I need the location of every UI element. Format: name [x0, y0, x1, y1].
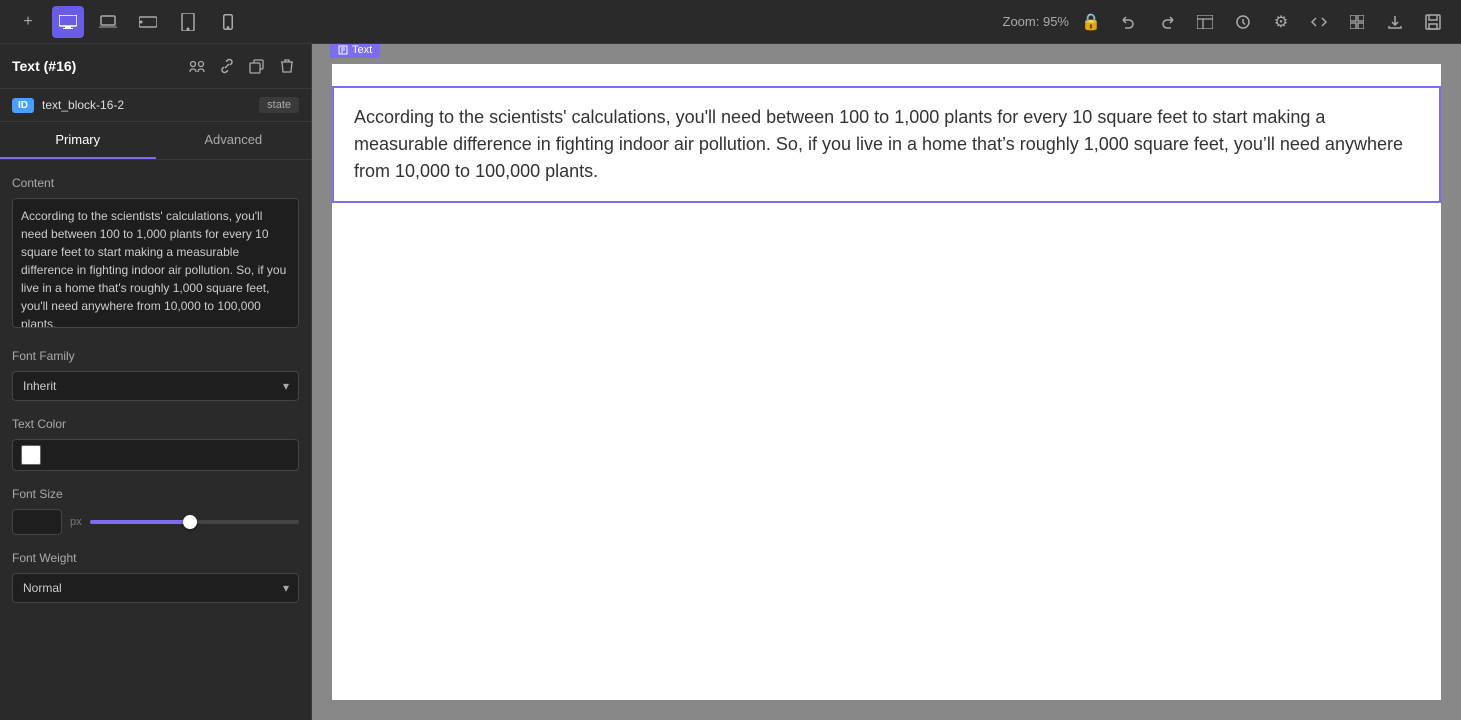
font-size-label: Font Size	[12, 487, 299, 501]
color-row[interactable]	[12, 439, 299, 471]
group-icon[interactable]	[185, 54, 209, 78]
toolbar-right: Zoom: 95% 🔒 ⚙	[1003, 6, 1450, 38]
link-icon[interactable]	[215, 54, 239, 78]
delete-icon[interactable]	[275, 54, 299, 78]
tablet-portrait-button[interactable]	[172, 6, 204, 38]
left-panel: Text (#16) ID text_block-16-2 state	[0, 44, 312, 720]
grid-button[interactable]	[1341, 6, 1373, 38]
save-button[interactable]	[1417, 6, 1449, 38]
tab-primary[interactable]: Primary	[0, 122, 156, 159]
mobile-view-button[interactable]	[212, 6, 244, 38]
font-family-label: Font Family	[12, 349, 299, 363]
history-button[interactable]	[1227, 6, 1259, 38]
id-badge: ID	[12, 98, 34, 113]
content-label: Content	[12, 176, 299, 190]
slider-fill	[90, 520, 191, 524]
desktop-view-button[interactable]	[52, 6, 84, 38]
font-family-section: Font Family Inherit Arial Georgia Times …	[12, 349, 299, 401]
font-size-section: Font Size px	[12, 487, 299, 535]
font-size-row: px	[12, 509, 299, 535]
settings-button[interactable]: ⚙	[1265, 6, 1297, 38]
tab-row: Primary Advanced	[0, 122, 311, 160]
canvas-text-block: According to the scientists' calculation…	[332, 86, 1441, 203]
main-layout: Text (#16) ID text_block-16-2 state	[0, 44, 1461, 720]
font-weight-wrapper: Normal Bold Light	[12, 573, 299, 603]
text-color-section: Text Color	[12, 417, 299, 471]
tab-advanced[interactable]: Advanced	[156, 122, 312, 159]
layout-button[interactable]	[1189, 6, 1221, 38]
canvas-page: Text According to the scientists' calcul…	[332, 64, 1441, 700]
text-block-label: Text	[330, 44, 380, 58]
tablet-landscape-button[interactable]	[132, 6, 164, 38]
panel-title: Text (#16)	[12, 58, 76, 74]
id-value: text_block-16-2	[42, 98, 251, 112]
top-toolbar: + Zoom: 95% 🔒 ⚙	[0, 0, 1461, 44]
undo-button[interactable]	[1113, 6, 1145, 38]
text-block-container: Text According to the scientists' calcul…	[332, 64, 1441, 203]
zoom-label: Zoom: 95%	[1003, 14, 1070, 29]
lock-button[interactable]: 🔒	[1075, 6, 1107, 38]
export-button[interactable]	[1379, 6, 1411, 38]
content-textarea[interactable]: According to the scientists' calculation…	[12, 198, 299, 328]
font-family-wrapper: Inherit Arial Georgia Times New Roman	[12, 371, 299, 401]
duplicate-icon[interactable]	[245, 54, 269, 78]
laptop-view-button[interactable]	[92, 6, 124, 38]
redo-button[interactable]	[1151, 6, 1183, 38]
font-weight-section: Font Weight Normal Bold Light	[12, 551, 299, 603]
font-family-select[interactable]: Inherit Arial Georgia Times New Roman	[12, 371, 299, 401]
color-swatch[interactable]	[21, 445, 41, 465]
font-size-input[interactable]	[12, 509, 62, 535]
text-color-label: Text Color	[12, 417, 299, 431]
canvas-area[interactable]: Text According to the scientists' calcul…	[312, 44, 1461, 720]
slider-thumb[interactable]	[183, 515, 197, 529]
state-button[interactable]: state	[259, 97, 299, 113]
px-label: px	[70, 516, 82, 528]
panel-header-icons	[185, 54, 299, 78]
font-weight-label: Font Weight	[12, 551, 299, 565]
code-button[interactable]	[1303, 6, 1335, 38]
add-button[interactable]: +	[12, 6, 44, 38]
font-size-slider[interactable]	[90, 512, 299, 532]
panel-header: Text (#16)	[0, 44, 311, 89]
font-weight-select[interactable]: Normal Bold Light	[12, 573, 299, 603]
panel-content: Content According to the scientists' cal…	[0, 160, 311, 720]
content-section: Content According to the scientists' cal…	[12, 176, 299, 333]
id-row: ID text_block-16-2 state	[0, 89, 311, 122]
